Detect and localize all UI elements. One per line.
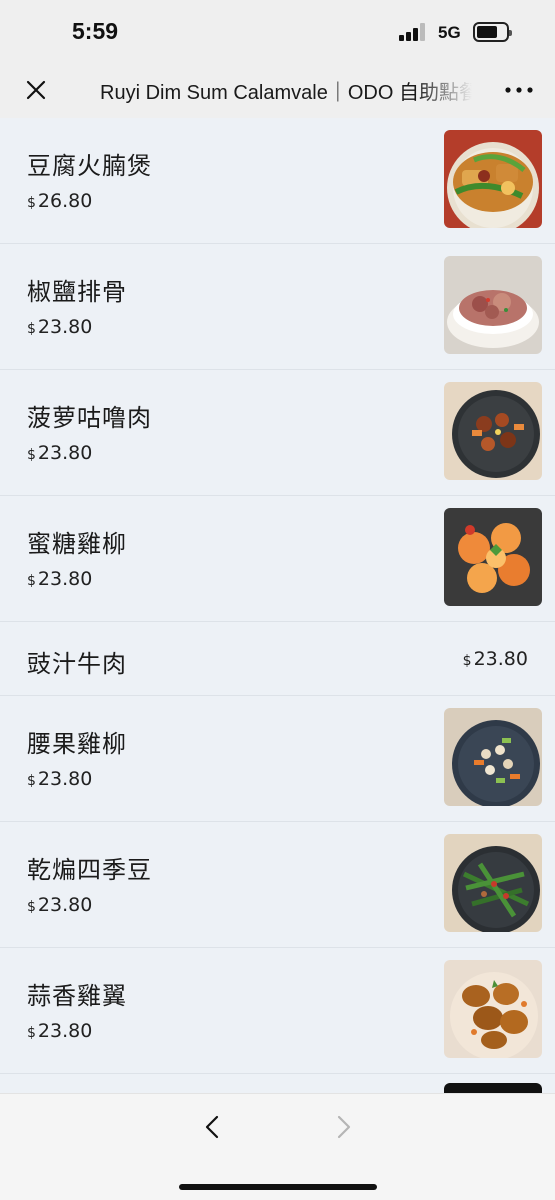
item-name: 菠萝咕噜肉 bbox=[27, 404, 152, 432]
item-price: $23.80 bbox=[27, 316, 93, 338]
currency-symbol: $ bbox=[27, 573, 36, 589]
currency-symbol: $ bbox=[27, 321, 36, 337]
currency-symbol: $ bbox=[27, 447, 36, 463]
dish-photo[interactable] bbox=[444, 508, 542, 606]
forward-icon[interactable] bbox=[328, 1112, 358, 1142]
item-name: 蒜香雞翼 bbox=[27, 982, 127, 1010]
item-name: 蜜糖雞柳 bbox=[27, 530, 127, 558]
status-bar: 5:59 5G bbox=[0, 0, 555, 62]
currency-symbol: $ bbox=[27, 773, 36, 789]
status-time: 5:59 bbox=[72, 18, 119, 44]
item-price: $23.80 bbox=[27, 768, 93, 790]
menu-item[interactable]: 豆腐火腩煲 $26.80 bbox=[0, 118, 555, 244]
item-price: $23.80 bbox=[27, 442, 93, 464]
signal-icon bbox=[399, 23, 429, 41]
dish-photo[interactable] bbox=[444, 708, 542, 806]
dish-photo[interactable] bbox=[444, 1083, 542, 1093]
network-label: 5G bbox=[438, 23, 461, 42]
menu-item[interactable]: 乾煸四季豆 $23.80 bbox=[0, 822, 555, 948]
currency-symbol: $ bbox=[462, 653, 472, 669]
menu-item[interactable]: 豉汁牛肉 $23.80 bbox=[0, 622, 555, 696]
item-price: $23.80 bbox=[27, 568, 93, 590]
menu-list: 豆腐火腩煲 $26.80 椒鹽排骨 $23.80 菠萝咕噜肉 $ 23.80 蜜… bbox=[0, 118, 555, 1074]
item-name: 腰果雞柳 bbox=[27, 730, 127, 758]
item-price: $23.80 bbox=[27, 1020, 93, 1042]
item-name: 椒鹽排骨 bbox=[27, 278, 127, 306]
dish-photo[interactable] bbox=[444, 382, 542, 480]
currency-symbol: $ bbox=[27, 195, 36, 211]
item-price: $23.80 bbox=[462, 648, 528, 670]
dish-photo[interactable] bbox=[444, 256, 542, 354]
currency-symbol: $ bbox=[27, 899, 36, 915]
item-name: 豉汁牛肉 bbox=[27, 650, 127, 678]
close-icon[interactable] bbox=[22, 76, 50, 104]
menu-item[interactable]: 菠萝咕噜肉 $23.80 bbox=[0, 370, 555, 496]
menu-item[interactable]: 腰果雞柳 $23.80 bbox=[0, 696, 555, 822]
menu-item[interactable]: 蜜糖雞柳 $23.80 bbox=[0, 496, 555, 622]
item-name: 豆腐火腩煲 bbox=[27, 152, 152, 180]
battery-icon bbox=[473, 22, 512, 42]
bottom-toolbar bbox=[0, 1093, 555, 1200]
more-icon[interactable] bbox=[502, 76, 536, 104]
nav-bar: Ruyi Dim Sum Calamvale｜ODO 自助點餐 bbox=[0, 62, 555, 118]
dish-photo[interactable] bbox=[444, 130, 542, 228]
menu-item[interactable]: 椒鹽排骨 $23.80 bbox=[0, 244, 555, 370]
item-price: $23.80 bbox=[27, 894, 93, 916]
menu-item[interactable]: 蒜香雞翼 $23.80 bbox=[0, 948, 555, 1074]
back-icon[interactable] bbox=[198, 1112, 228, 1142]
page-title: Ruyi Dim Sum Calamvale｜ODO 自助點餐 bbox=[100, 82, 472, 104]
currency-symbol: $ bbox=[27, 1025, 36, 1041]
dish-photo[interactable] bbox=[444, 960, 542, 1058]
item-price: $26.80 bbox=[27, 190, 93, 212]
home-indicator bbox=[179, 1184, 377, 1190]
dish-photo[interactable] bbox=[444, 834, 542, 932]
item-name: 乾煸四季豆 bbox=[27, 856, 152, 884]
